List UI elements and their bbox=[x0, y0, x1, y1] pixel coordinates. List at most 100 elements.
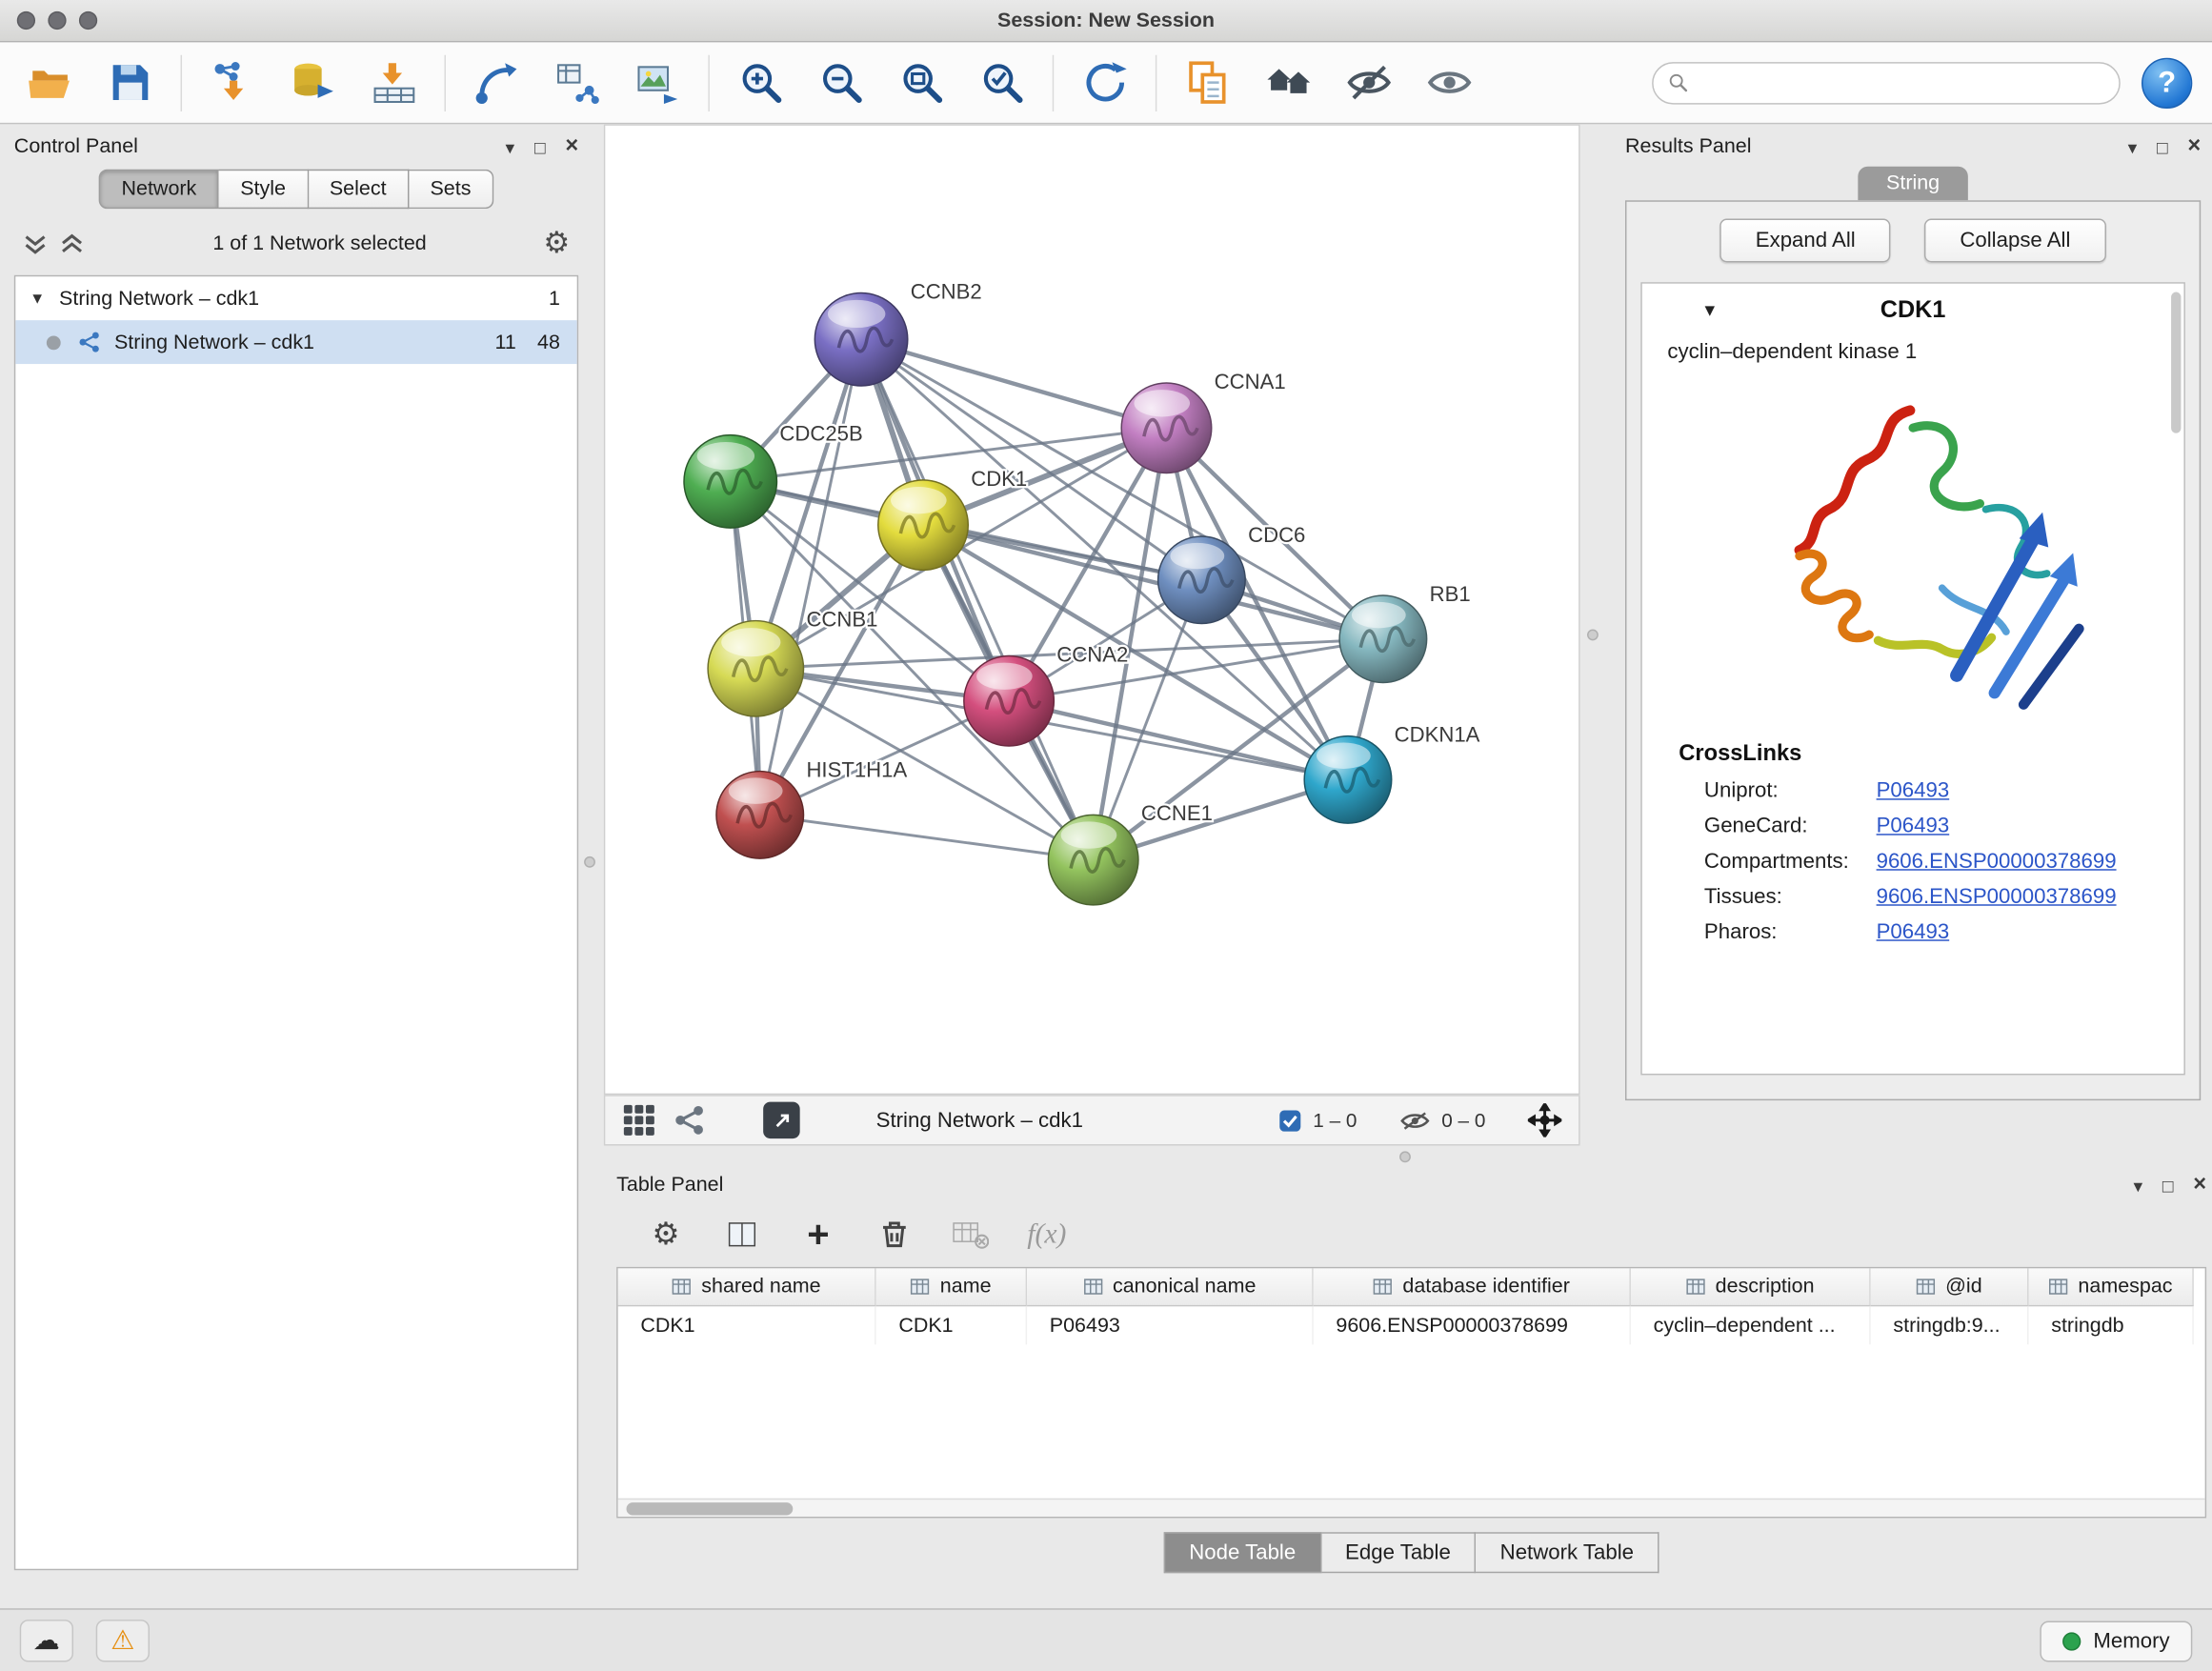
window-minimize-button[interactable] bbox=[48, 11, 66, 30]
panel-menu-icon[interactable]: ▾ bbox=[506, 137, 515, 155]
column-header[interactable]: description bbox=[1631, 1268, 1871, 1306]
compartments-link[interactable]: 9606.ENSP00000378699 bbox=[1877, 850, 2117, 874]
network-overview-icon[interactable] bbox=[673, 1103, 707, 1137]
table-cell[interactable]: cyclin–dependent ... bbox=[1631, 1306, 1871, 1344]
column-header[interactable]: canonical name bbox=[1027, 1268, 1314, 1306]
tab-sets[interactable]: Sets bbox=[409, 170, 493, 209]
memory-button[interactable]: Memory bbox=[2040, 1621, 2192, 1661]
delete-column-icon[interactable] bbox=[876, 1217, 914, 1254]
panel-close-icon[interactable]: × bbox=[2193, 1174, 2206, 1197]
tab-edge-table[interactable]: Edge Table bbox=[1321, 1532, 1477, 1573]
function-builder-icon[interactable]: f(x) bbox=[1029, 1217, 1066, 1254]
selected-checkbox-icon[interactable] bbox=[1277, 1108, 1301, 1132]
help-button[interactable]: ? bbox=[2142, 57, 2192, 108]
clear-table-icon[interactable] bbox=[953, 1217, 990, 1254]
table-cell[interactable]: CDK1 bbox=[618, 1306, 876, 1344]
column-header[interactable]: name bbox=[876, 1268, 1027, 1306]
table-settings-gear-icon[interactable]: ⚙ bbox=[648, 1217, 685, 1254]
window-close-button[interactable] bbox=[17, 11, 35, 30]
panel-float-icon[interactable]: □ bbox=[534, 137, 546, 155]
open-in-new-window-button[interactable] bbox=[763, 1102, 800, 1139]
show-columns-icon[interactable] bbox=[724, 1217, 761, 1254]
import-network-from-file-button[interactable] bbox=[203, 51, 262, 113]
cloud-sync-button[interactable]: ☁ bbox=[20, 1620, 73, 1661]
collapse-all-networks-icon[interactable] bbox=[23, 231, 49, 256]
network-options-gear-icon[interactable]: ⚙ bbox=[543, 226, 570, 261]
expand-all-networks-icon[interactable] bbox=[59, 231, 85, 256]
scrollbar-thumb[interactable] bbox=[627, 1502, 794, 1515]
network-node-HIST1H1A[interactable]: HIST1H1A bbox=[716, 757, 907, 858]
panel-menu-icon[interactable]: ▾ bbox=[2128, 137, 2138, 155]
expand-all-button[interactable]: Expand All bbox=[1720, 219, 1891, 263]
open-session-button[interactable] bbox=[20, 51, 79, 113]
genecard-link[interactable]: P06493 bbox=[1877, 814, 1950, 837]
network-node-CDKN1A[interactable]: CDKN1A bbox=[1304, 723, 1479, 824]
vertical-splitter-handle[interactable] bbox=[584, 856, 595, 868]
network-node-RB1[interactable]: RB1 bbox=[1339, 582, 1471, 683]
vertical-splitter-handle[interactable] bbox=[1587, 629, 1599, 640]
zoom-fit-button[interactable] bbox=[892, 51, 951, 113]
pharos-link[interactable]: P06493 bbox=[1877, 920, 1950, 944]
network-node-CCNB2[interactable]: CCNB2 bbox=[814, 279, 981, 386]
network-view-canvas[interactable]: CCNB2CCNA1CDC25BCDK1CDC6RB1CCNB1CCNA2CDK… bbox=[604, 124, 1580, 1095]
table-cell[interactable]: CDK1 bbox=[876, 1306, 1027, 1344]
network-tree-item-selected[interactable]: String Network – cdk1 11 48 bbox=[15, 320, 576, 364]
column-header[interactable]: shared name bbox=[618, 1268, 876, 1306]
results-scrollbar[interactable] bbox=[2171, 292, 2181, 433]
network-collection-row[interactable]: ▼ String Network – cdk1 1 bbox=[15, 276, 576, 320]
zoom-out-button[interactable] bbox=[812, 51, 871, 113]
tissues-link[interactable]: 9606.ENSP00000378699 bbox=[1877, 885, 2117, 909]
horizontal-splitter-handle[interactable] bbox=[1399, 1151, 1411, 1162]
save-session-button[interactable] bbox=[100, 51, 159, 113]
panel-float-icon[interactable]: □ bbox=[2157, 137, 2168, 155]
zoom-in-button[interactable] bbox=[731, 51, 790, 113]
tab-network-table[interactable]: Network Table bbox=[1476, 1532, 1659, 1573]
protein-collapse-triangle-icon[interactable]: ▼ bbox=[1701, 300, 1719, 320]
search-input[interactable] bbox=[1698, 71, 2105, 94]
panel-float-icon[interactable]: □ bbox=[2162, 1176, 2174, 1194]
network-node-CCNA1[interactable]: CCNA1 bbox=[1121, 370, 1285, 473]
column-header[interactable]: @id bbox=[1871, 1268, 2029, 1306]
select-first-neighbors-button[interactable] bbox=[467, 51, 526, 113]
import-table-from-file-button[interactable] bbox=[364, 51, 423, 113]
window-zoom-button[interactable] bbox=[79, 11, 97, 30]
zoom-selected-button[interactable] bbox=[972, 51, 1031, 113]
duplicate-network-button[interactable] bbox=[1178, 51, 1237, 113]
new-network-from-selection-button[interactable] bbox=[548, 51, 607, 113]
network-edge-CCNB2-HIST1H1A[interactable] bbox=[760, 339, 861, 815]
apply-preferred-layout-button[interactable] bbox=[1075, 51, 1134, 113]
panel-close-icon[interactable]: × bbox=[2187, 135, 2201, 158]
network-edge-CCNB2-CCNA1[interactable] bbox=[861, 339, 1166, 428]
table-cell[interactable]: P06493 bbox=[1027, 1306, 1314, 1344]
tab-string[interactable]: String bbox=[1858, 167, 1968, 201]
tab-style[interactable]: Style bbox=[219, 170, 309, 209]
collection-collapse-triangle-icon[interactable]: ▼ bbox=[30, 290, 45, 307]
panel-menu-icon[interactable]: ▾ bbox=[2134, 1176, 2143, 1194]
import-network-from-database-button[interactable] bbox=[284, 51, 343, 113]
table-row[interactable]: CDK1 CDK1 P06493 9606.ENSP00000378699 cy… bbox=[618, 1306, 2205, 1344]
panel-close-icon[interactable]: × bbox=[565, 135, 578, 158]
move-crosshair-icon[interactable] bbox=[1528, 1103, 1562, 1137]
warnings-button[interactable]: ⚠ bbox=[96, 1620, 150, 1661]
table-cell[interactable]: 9606.ENSP00000378699 bbox=[1314, 1306, 1631, 1344]
home-button[interactable] bbox=[1258, 51, 1317, 113]
network-edge-CDK1-RB1[interactable] bbox=[923, 525, 1383, 639]
table-cell[interactable]: stringdb:9... bbox=[1871, 1306, 2029, 1344]
network-node-CDK1[interactable]: CDK1 bbox=[878, 467, 1027, 571]
hide-selected-button[interactable] bbox=[1338, 51, 1398, 113]
network-edge-CCNB2-CCNE1[interactable] bbox=[861, 339, 1094, 859]
create-column-icon[interactable]: + bbox=[800, 1217, 837, 1254]
collapse-all-button[interactable]: Collapse All bbox=[1924, 219, 2105, 263]
network-edge-HIST1H1A-CCNE1[interactable] bbox=[760, 815, 1094, 859]
hidden-eye-slash-icon[interactable] bbox=[1399, 1110, 1431, 1131]
tab-select[interactable]: Select bbox=[309, 170, 410, 209]
export-network-image-button[interactable] bbox=[628, 51, 687, 113]
tab-node-table[interactable]: Node Table bbox=[1164, 1532, 1321, 1573]
table-cell[interactable]: stringdb bbox=[2029, 1306, 2194, 1344]
grid-view-icon[interactable] bbox=[622, 1103, 656, 1137]
column-header[interactable]: database identifier bbox=[1314, 1268, 1631, 1306]
tab-network[interactable]: Network bbox=[99, 170, 219, 209]
network-node-CCNB1[interactable]: CCNB1 bbox=[708, 607, 877, 716]
column-header[interactable]: namespac bbox=[2029, 1268, 2194, 1306]
show-all-button[interactable] bbox=[1419, 51, 1478, 113]
